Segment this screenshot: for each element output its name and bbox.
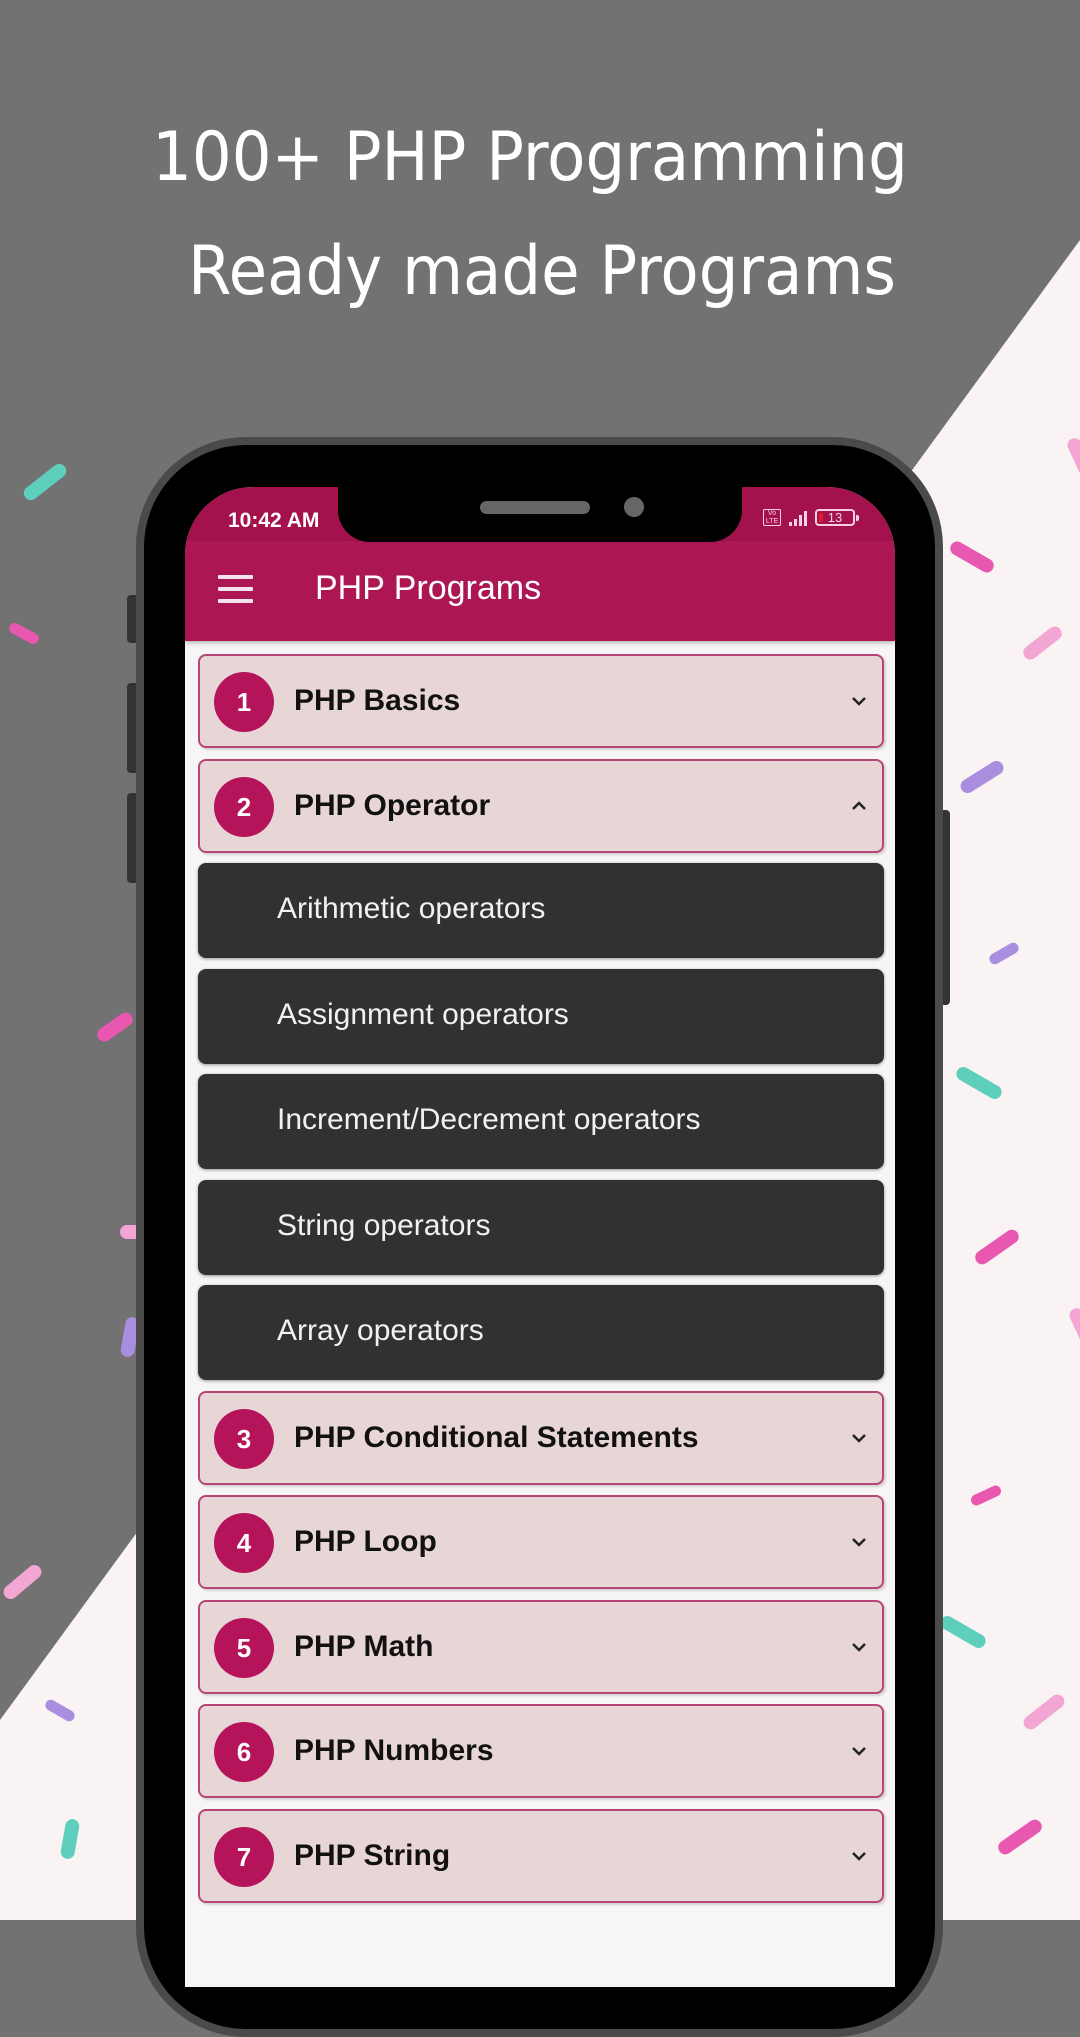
- category-label: PHP Numbers: [294, 1734, 494, 1767]
- sub-item[interactable]: Increment/Decrement operators: [198, 1074, 884, 1169]
- category-item[interactable]: 7 PHP String: [198, 1808, 884, 1903]
- chevron-down-icon[interactable]: [848, 1531, 870, 1553]
- category-label: PHP String: [294, 1838, 451, 1872]
- category-item[interactable]: 3 PHP Conditional Statements: [198, 1390, 884, 1485]
- phone-camera: [624, 497, 644, 517]
- app-title: PHP Programs: [315, 569, 542, 607]
- category-number-badge: 6: [214, 1722, 274, 1782]
- chevron-down-icon[interactable]: [848, 1740, 870, 1762]
- sub-item-label: Array operators: [277, 1314, 484, 1347]
- category-item[interactable]: 1 PHP Basics: [198, 654, 884, 748]
- category-number-badge: 5: [214, 1617, 274, 1678]
- sub-item-label: Arithmetic operators: [277, 892, 546, 925]
- battery-icon: 13: [815, 509, 859, 526]
- category-item[interactable]: 2 PHP Operator: [198, 758, 884, 853]
- category-number-badge: 7: [214, 1826, 274, 1887]
- headline-line-1: 100+ PHP Programming: [152, 118, 908, 197]
- category-number-badge: 1: [214, 672, 274, 732]
- status-icons: Vo LTE 13: [763, 509, 859, 526]
- signal-icon: [789, 510, 807, 526]
- sub-item-label: Increment/Decrement operators: [277, 1103, 701, 1136]
- chevron-down-icon[interactable]: [848, 1636, 870, 1658]
- category-list: 1 PHP Basics 2 PHP Operator Arithmetic o…: [198, 654, 884, 1913]
- confetti-decoration: [7, 621, 41, 646]
- sub-item[interactable]: String operators: [198, 1179, 884, 1275]
- category-number-badge: 4: [214, 1513, 274, 1573]
- sub-item-label: Assignment operators: [277, 997, 569, 1031]
- category-item[interactable]: 4 PHP Loop: [198, 1495, 884, 1589]
- category-label: PHP Basics: [294, 684, 461, 717]
- phone-speaker: [480, 501, 590, 514]
- status-time: 10:42 AM: [228, 509, 320, 532]
- app-bar: PHP Programs: [185, 541, 895, 641]
- phone-screen: 10:42 AM Vo LTE 13 PHP Programs 1 PHP Ba…: [185, 487, 895, 1987]
- category-label: PHP Operator: [294, 788, 491, 822]
- chevron-down-icon[interactable]: [848, 690, 870, 712]
- category-label: PHP Loop: [294, 1525, 437, 1558]
- chevron-down-icon[interactable]: [848, 1427, 870, 1449]
- category-item[interactable]: 5 PHP Math: [198, 1599, 884, 1694]
- hamburger-menu-icon[interactable]: [218, 575, 253, 603]
- battery-level: 13: [827, 510, 843, 525]
- headline-line-2: Ready made Programs: [187, 232, 897, 311]
- category-number-badge: 2: [214, 776, 274, 837]
- phone-notch: [338, 487, 742, 542]
- sub-item[interactable]: Array operators: [198, 1285, 884, 1380]
- category-label: PHP Math: [294, 1629, 434, 1663]
- category-item[interactable]: 6 PHP Numbers: [198, 1704, 884, 1798]
- confetti-decoration: [0, 1562, 45, 1602]
- sub-item-label: String operators: [277, 1208, 491, 1242]
- confetti-decoration: [20, 461, 70, 503]
- chevron-down-icon[interactable]: [848, 1845, 870, 1867]
- chevron-up-icon[interactable]: [848, 795, 870, 817]
- confetti-decoration: [94, 1009, 136, 1045]
- category-label: PHP Conditional Statements: [294, 1420, 699, 1454]
- volte-icon: Vo LTE: [763, 509, 781, 526]
- sub-item[interactable]: Arithmetic operators: [198, 863, 884, 958]
- sub-item[interactable]: Assignment operators: [198, 968, 884, 1064]
- category-number-badge: 3: [214, 1408, 274, 1469]
